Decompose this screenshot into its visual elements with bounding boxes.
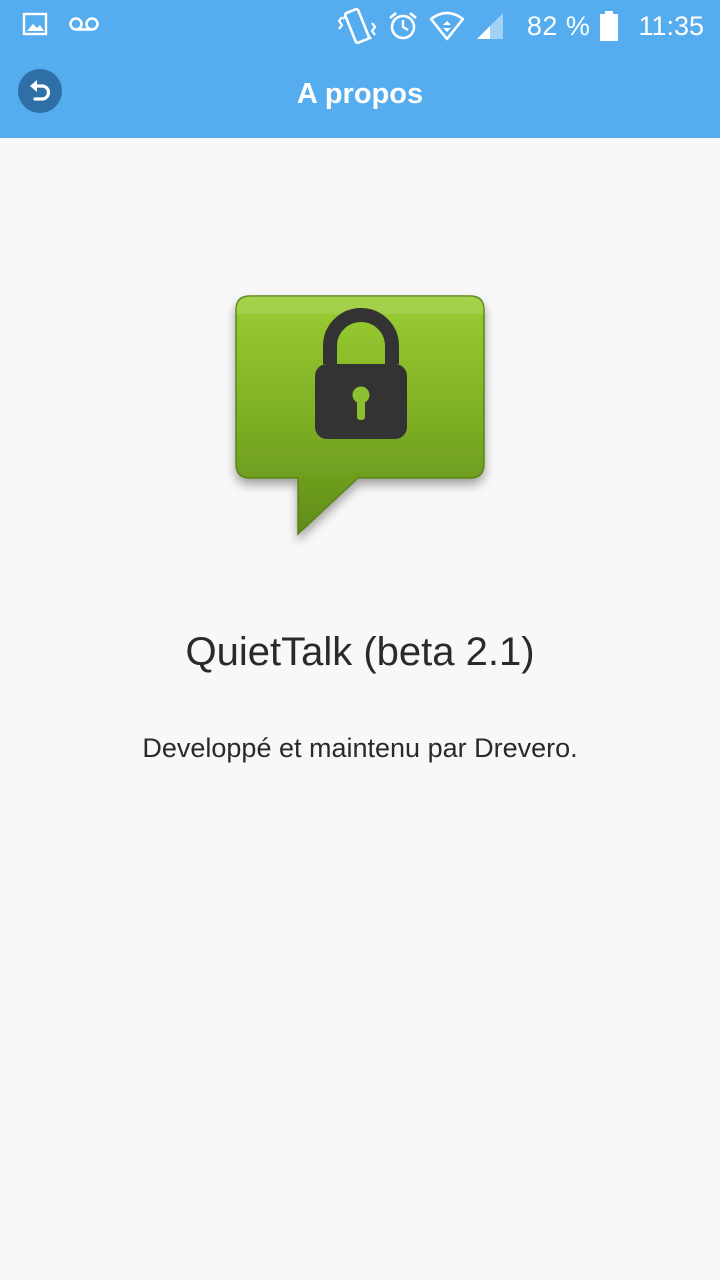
lock-speech-bubble-icon bbox=[235, 295, 485, 536]
battery-icon bbox=[600, 11, 619, 41]
wifi-icon bbox=[429, 11, 465, 41]
clock: 11:35 bbox=[638, 10, 704, 41]
status-left-icons bbox=[22, 12, 100, 36]
top-bar: 82 % 11:35 A propos bbox=[0, 0, 720, 138]
app-bar: A propos bbox=[0, 52, 720, 138]
page-title: A propos bbox=[296, 78, 424, 110]
alarm-icon bbox=[387, 10, 419, 42]
status-bar: 82 % 11:35 bbox=[0, 0, 720, 52]
voicemail-icon bbox=[68, 14, 100, 34]
status-right-icons: 82 % 11:35 bbox=[337, 7, 704, 45]
app-logo bbox=[222, 284, 502, 559]
credits-text: Developpé et maintenu par Drevero. bbox=[142, 733, 578, 763]
signal-icon bbox=[475, 11, 505, 41]
vibrate-icon bbox=[337, 7, 377, 45]
image-icon bbox=[22, 12, 48, 36]
battery-percentage: 82 % bbox=[526, 10, 591, 41]
app-name: QuietTalk (beta 2.1) bbox=[185, 630, 535, 674]
